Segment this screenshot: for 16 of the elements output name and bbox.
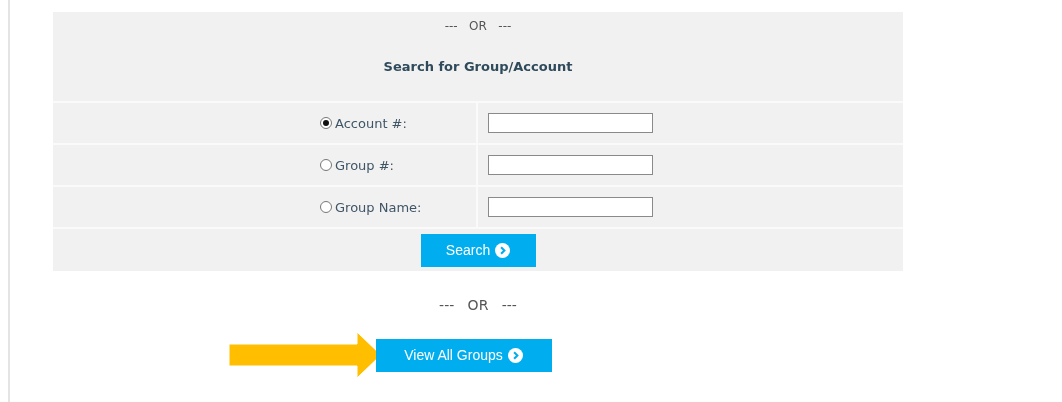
radio-button[interactable]	[320, 201, 332, 213]
or-separator: --- OR ---	[439, 296, 517, 314]
chevron-icon	[495, 242, 511, 258]
view-all-groups-button[interactable]: View All Groups	[375, 338, 552, 372]
chevron-icon	[507, 347, 523, 363]
search-button[interactable]: Search	[420, 233, 536, 267]
field-label: Account #:	[335, 115, 407, 131]
field-label: Group Name:	[335, 199, 422, 215]
input-field[interactable]	[488, 197, 653, 217]
radio-button[interactable]	[320, 117, 332, 129]
input-field[interactable]	[488, 113, 653, 133]
field-label: Group #:	[335, 157, 394, 173]
input-field[interactable]	[488, 155, 653, 175]
or-separator: --- OR ---	[444, 18, 512, 34]
radio-button[interactable]	[320, 159, 332, 171]
section-title: Search for Group/Account	[382, 58, 574, 76]
